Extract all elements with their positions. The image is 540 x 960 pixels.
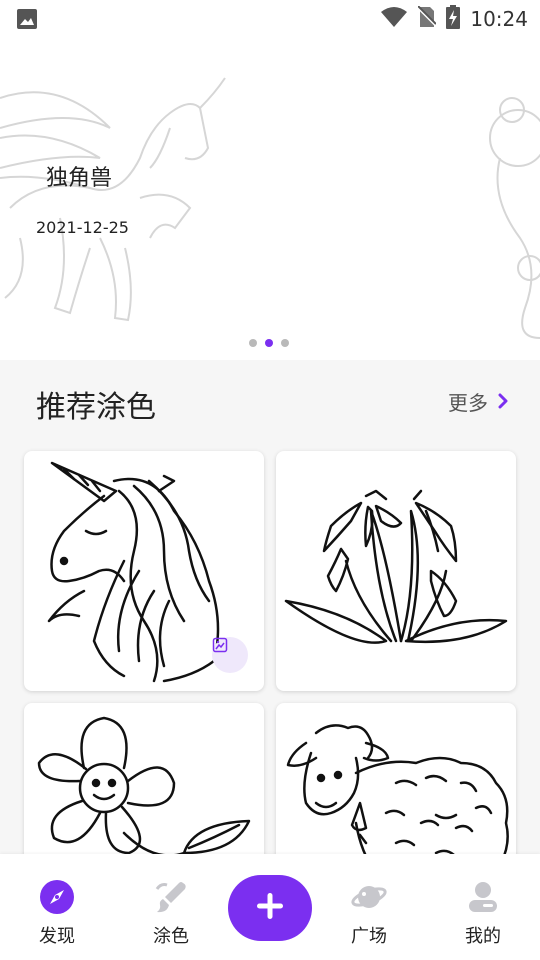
user-icon [465, 879, 501, 915]
coloring-card-flowers[interactable] [276, 451, 516, 691]
chevron-right-icon [498, 390, 508, 414]
section-title: 推荐涂色 [36, 390, 156, 425]
no-sim-icon [417, 5, 438, 32]
planet-icon [351, 879, 387, 915]
nav-profile[interactable]: 我的 [438, 854, 528, 960]
plus-icon [255, 891, 285, 925]
banner-carousel[interactable]: 独角兽 2021-12-25 [0, 38, 540, 360]
wifi-icon [380, 6, 408, 32]
more-label: 更多 [448, 391, 488, 415]
banner-title: 独角兽 [46, 166, 113, 191]
nav-profile-label: 我的 [465, 926, 501, 947]
paint-brush-icon [153, 879, 189, 915]
nav-coloring-label: 涂色 [153, 926, 189, 947]
banner-date: 2021-12-25 [36, 218, 129, 237]
carousel-dot[interactable] [281, 339, 289, 347]
clock: 10:24 [470, 7, 528, 31]
carousel-dot[interactable] [249, 339, 257, 347]
recommended-section-header: 推荐涂色 更多 [0, 360, 540, 446]
nav-discover[interactable]: 发现 [12, 854, 102, 960]
carousel-dot-active[interactable] [265, 339, 273, 347]
carousel-indicator [249, 339, 289, 347]
nav-plaza[interactable]: 广场 [324, 854, 414, 960]
gallery-badge[interactable] [212, 637, 248, 673]
nav-plaza-label: 广场 [351, 926, 387, 947]
nav-coloring[interactable]: 涂色 [126, 854, 216, 960]
status-bar: 10:24 [0, 0, 540, 38]
nav-discover-label: 发现 [39, 926, 75, 947]
snowdrop-line-art [284, 489, 508, 644]
coloring-card-unicorn[interactable] [24, 451, 264, 691]
unicorn-sketch-illustration [0, 77, 540, 339]
image-notification-icon [16, 8, 38, 34]
more-link[interactable]: 更多 [448, 387, 508, 416]
create-button[interactable] [228, 875, 312, 941]
battery-charging-icon [446, 5, 461, 33]
compass-icon [39, 879, 75, 915]
